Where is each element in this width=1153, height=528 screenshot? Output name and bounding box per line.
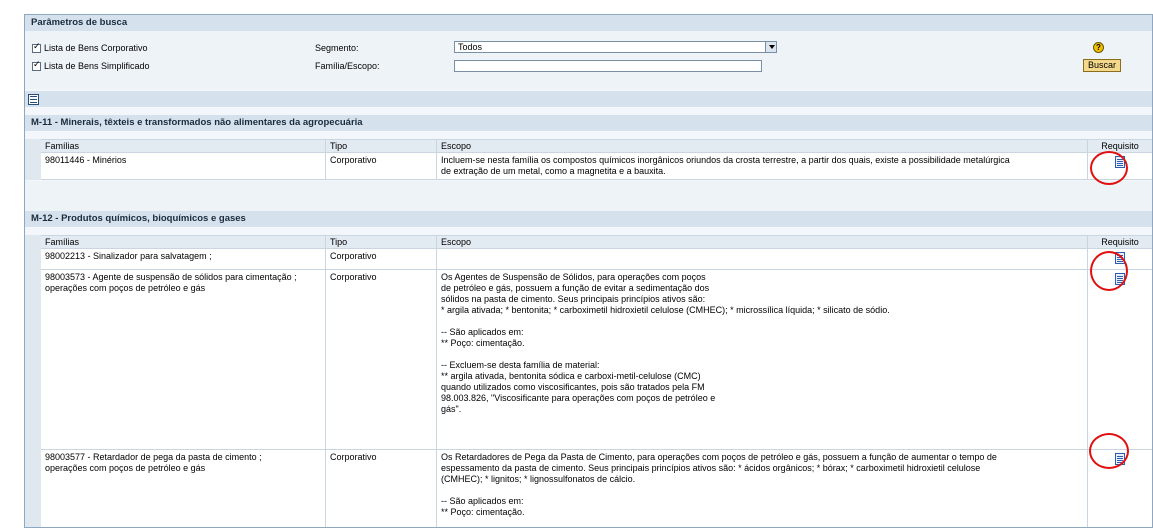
segmento-select[interactable]: Todos <box>454 41 777 53</box>
escopo-cell <box>436 248 1088 270</box>
row-gutter <box>25 235 41 249</box>
chevron-down-icon[interactable] <box>765 42 776 52</box>
table-header-row: Famílias Tipo Escopo Requisito <box>25 139 1152 153</box>
requisito-cell <box>1087 269 1152 450</box>
check-corporativo[interactable] <box>32 42 41 53</box>
section-title-m12: M-12 - Produtos químicos, bioquímicos e … <box>31 213 246 224</box>
section-spacer <box>25 181 1152 211</box>
highlight-circle <box>1090 251 1128 291</box>
params-panel: Lista de Bens Corporativo Lista de Bens … <box>25 31 1152 89</box>
section-header-m12: M-12 - Produtos químicos, bioquímicos e … <box>25 211 1152 227</box>
highlight-circle <box>1090 151 1128 185</box>
buscar-button[interactable]: Buscar <box>1083 59 1121 72</box>
tipo-cell: Corporativo <box>325 152 437 180</box>
familia-cell: 98011446 - Minérios <box>40 152 326 180</box>
table-row[interactable]: 98011446 - Minérios Corporativo Incluem-… <box>25 152 1152 180</box>
col-familias: Famílias <box>40 139 326 153</box>
familia-cell: 98003577 - Retardador de pega da pasta d… <box>40 449 326 527</box>
col-escopo: Escopo <box>436 139 1088 153</box>
col-familias: Famílias <box>40 235 326 249</box>
export-spreadsheet-icon[interactable] <box>28 94 39 105</box>
table-row[interactable]: 98003577 - Retardador de pega da pasta d… <box>25 449 1152 527</box>
col-tipo: Tipo <box>325 235 437 249</box>
escopo-cell: Os Retardadores de Pega da Pasta de Cime… <box>436 449 1088 527</box>
row-gutter <box>25 248 41 270</box>
familia-cell: 98002213 - Sinalizador para salvatagem ; <box>40 248 326 270</box>
col-tipo: Tipo <box>325 139 437 153</box>
escopo-cell: Os Agentes de Suspensão de Sólidos, para… <box>436 269 1088 450</box>
segmento-label: Segmento: <box>315 43 359 53</box>
table-row[interactable]: 98003573 - Agente de suspensão de sólido… <box>25 269 1152 450</box>
row-gutter <box>25 269 41 450</box>
col-requisito: Requisito <box>1087 235 1152 249</box>
highlight-circle <box>1089 433 1129 469</box>
tipo-cell: Corporativo <box>325 269 437 450</box>
check-corporativo-label: Lista de Bens Corporativo <box>44 43 148 53</box>
escopo-cell: Incluem-se nesta família os compostos qu… <box>436 152 1088 180</box>
search-frame: Parâmetros de busca Lista de Bens Corpor… <box>24 14 1153 528</box>
row-gutter <box>25 449 41 527</box>
col-requisito: Requisito <box>1087 139 1152 153</box>
table-header-row: Famílias Tipo Escopo Requisito <box>25 235 1152 249</box>
tipo-cell: Corporativo <box>325 248 437 270</box>
section-header-m11: M-11 - Minerais, têxteis e transformados… <box>25 115 1152 131</box>
check-simplificado-label: Lista de Bens Simplificado <box>44 61 150 71</box>
row-gutter <box>25 152 41 180</box>
table-row[interactable]: 98002213 - Sinalizador para salvatagem ;… <box>25 248 1152 270</box>
col-escopo: Escopo <box>436 235 1088 249</box>
params-title: Parâmetros de busca <box>31 17 128 28</box>
check-simplificado[interactable] <box>32 60 41 71</box>
familia-cell: 98003573 - Agente de suspensão de sólido… <box>40 269 326 450</box>
help-icon[interactable]: ? <box>1093 42 1104 53</box>
section-title-m11: M-11 - Minerais, têxteis e transformados… <box>31 117 363 128</box>
table-m12: Famílias Tipo Escopo Requisito 98002213 … <box>25 235 1152 527</box>
results-toolbar <box>25 91 1152 107</box>
row-gutter <box>25 139 41 153</box>
segmento-value: Todos <box>458 42 483 52</box>
tipo-cell: Corporativo <box>325 449 437 527</box>
table-m11: Famílias Tipo Escopo Requisito 98011446 … <box>25 139 1152 180</box>
params-header: Parâmetros de busca <box>25 15 1152 31</box>
familia-label: Família/Escopo: <box>315 61 380 71</box>
familia-input[interactable] <box>454 60 762 72</box>
